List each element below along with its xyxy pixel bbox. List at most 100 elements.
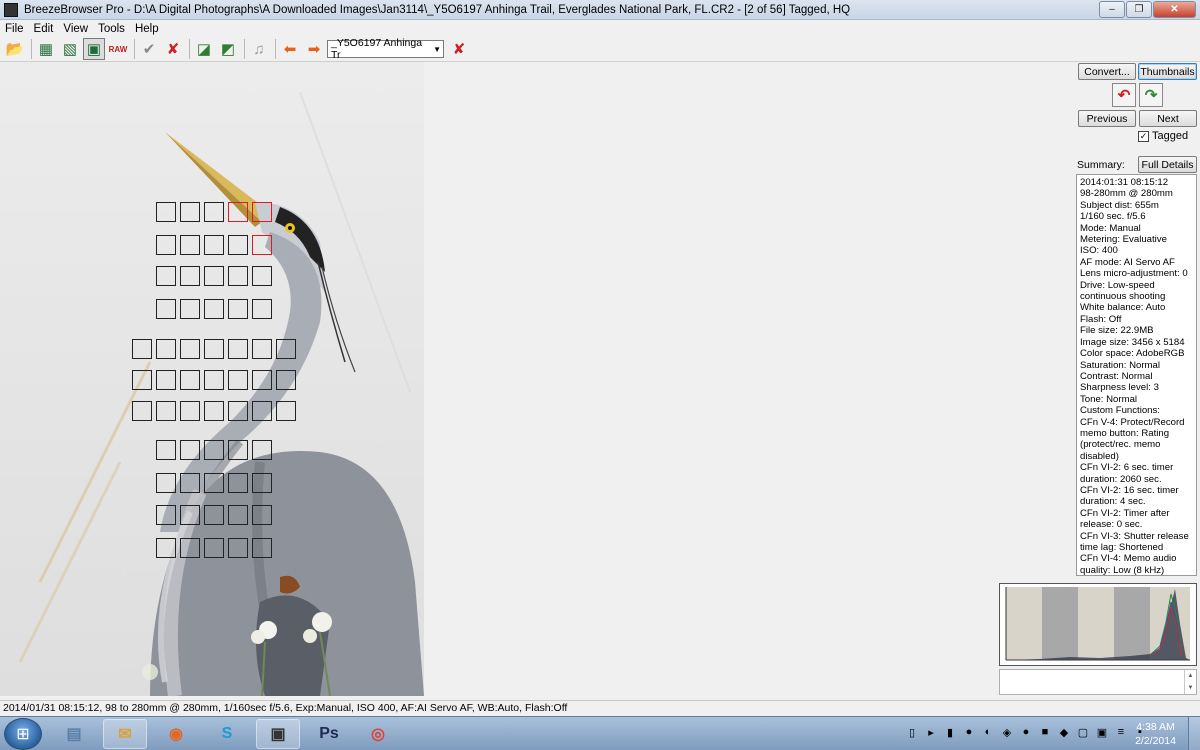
af-point bbox=[156, 299, 176, 319]
delete-icon[interactable]: ✘ bbox=[448, 38, 470, 60]
taskbar-photoshop-icon[interactable]: Ps bbox=[307, 719, 351, 749]
af-point bbox=[156, 202, 176, 222]
af-point bbox=[252, 473, 272, 493]
status-bar: 2014/01/31 08:15:12, 98 to 280mm @ 280mm… bbox=[0, 700, 1200, 716]
minimize-button[interactable]: – bbox=[1099, 1, 1125, 18]
menu-tools[interactable]: Tools bbox=[93, 23, 130, 35]
af-point bbox=[204, 505, 224, 525]
full-details-button[interactable]: Full Details bbox=[1138, 156, 1197, 173]
exif-detail-line: Saturation: Normal bbox=[1080, 359, 1160, 371]
next-arrow-icon[interactable]: ➡ bbox=[303, 38, 325, 60]
menu-bar: File Edit View Tools Help bbox=[0, 20, 1200, 37]
af-point bbox=[252, 401, 272, 421]
af-point bbox=[204, 370, 224, 390]
convert-button[interactable]: Convert... bbox=[1078, 63, 1136, 80]
tag-check-icon[interactable]: ✔ bbox=[138, 38, 160, 60]
af-point bbox=[204, 266, 224, 286]
rotate-left-icon[interactable]: ↶ bbox=[1112, 83, 1136, 107]
exif-detail-line: AF mode: AI Servo AF bbox=[1080, 256, 1175, 268]
close-button[interactable]: ✕ bbox=[1153, 1, 1196, 18]
tagged-checkbox[interactable]: ✓ bbox=[1138, 130, 1149, 142]
tray-icon[interactable]: ● bbox=[1019, 725, 1033, 739]
af-point bbox=[204, 440, 224, 460]
spin-up-icon[interactable]: ▲ bbox=[1188, 673, 1194, 679]
exif-details-panel[interactable]: 2014:01:31 08:15:12 98-280mm @ 280mm Subje… bbox=[1076, 174, 1197, 576]
exif-detail-line: White balance: Auto bbox=[1080, 302, 1166, 314]
af-point bbox=[228, 401, 248, 421]
exif-detail-line: Flash: Off bbox=[1080, 313, 1122, 325]
menu-help[interactable]: Help bbox=[130, 23, 164, 35]
af-point bbox=[180, 202, 200, 222]
tray-icon[interactable]: ▣ bbox=[1095, 725, 1109, 739]
tray-icon[interactable]: ◆ bbox=[1057, 725, 1071, 739]
tray-icon[interactable]: ▢ bbox=[1076, 725, 1090, 739]
thumbnails-button[interactable]: Thumbnails bbox=[1138, 63, 1197, 80]
exif-detail-line: CFn VI-3: Shutter release time lag: Shor… bbox=[1080, 530, 1189, 553]
af-point bbox=[156, 538, 176, 558]
chevron-down-icon: ▼ bbox=[433, 44, 441, 54]
previous-arrow-icon[interactable]: ⬅ bbox=[279, 38, 301, 60]
af-point bbox=[204, 473, 224, 493]
af-point bbox=[252, 266, 272, 286]
af-point bbox=[228, 299, 248, 319]
thumbnail-grid-icon[interactable]: ▦ bbox=[35, 38, 57, 60]
raw-convert-icon[interactable]: RAW bbox=[107, 38, 129, 60]
tagged-label: Tagged bbox=[1152, 130, 1189, 142]
exif-detail-line: Mode: Manual bbox=[1080, 222, 1141, 234]
taskbar-chrome-icon[interactable]: ◎ bbox=[356, 719, 400, 749]
histogram bbox=[999, 583, 1197, 666]
spin-down-icon[interactable]: ▼ bbox=[1188, 685, 1194, 691]
restore-button[interactable]: ❐ bbox=[1126, 1, 1152, 18]
start-button[interactable]: ⊞ bbox=[4, 718, 42, 750]
tray-icon[interactable]: ◈ bbox=[1000, 725, 1014, 739]
af-point bbox=[180, 266, 200, 286]
af-point bbox=[156, 339, 176, 359]
toolbar: 📂 ▦ ▧ ▣ RAW ✔ ✘ ◪ ◩ ♫ ⬅ ➡ _Y5O6197 Anhin… bbox=[0, 37, 1200, 62]
menu-view[interactable]: View bbox=[58, 23, 93, 35]
untag-icon[interactable]: ✘ bbox=[162, 38, 184, 60]
menu-edit[interactable]: Edit bbox=[29, 23, 59, 35]
image-viewer[interactable] bbox=[0, 62, 424, 696]
taskbar-camera-icon[interactable]: ▣ bbox=[256, 719, 300, 749]
summary-label: Summary: bbox=[1077, 159, 1125, 171]
af-point bbox=[204, 339, 224, 359]
tray-icon[interactable]: ▮ bbox=[943, 725, 957, 739]
exif-detail-line: Metering: Evaluative bbox=[1080, 234, 1167, 246]
next-button[interactable]: Next bbox=[1139, 110, 1197, 127]
compare-left-icon[interactable]: ◪ bbox=[193, 38, 215, 60]
tray-icon[interactable]: ▯ bbox=[905, 725, 919, 739]
taskbar: ⊞ ▤ ✉ ◉ S ▣ Ps ◎ ▯ ▸ ▮ ● ◐ ◈ ● ■ ◆ ▢ ▣ ≡ ▪ 4:38 AM 2/2/201… bbox=[0, 716, 1200, 750]
af-point bbox=[156, 401, 176, 421]
histogram-selector[interactable]: ▲ ▼ bbox=[999, 669, 1197, 695]
clock[interactable]: 4:38 AM 2/2/2014 bbox=[1128, 720, 1183, 748]
tray-icon[interactable]: ▸ bbox=[924, 725, 938, 739]
compare-right-icon[interactable]: ◩ bbox=[217, 38, 239, 60]
exif-detail-line: Sharpness level: 3 bbox=[1080, 382, 1159, 394]
single-image-view-icon[interactable]: ▣ bbox=[83, 38, 105, 60]
open-folder-icon[interactable]: 📂 bbox=[4, 38, 26, 60]
show-desktop-button[interactable] bbox=[1188, 717, 1200, 750]
taskbar-calculator-icon[interactable]: ▤ bbox=[52, 719, 96, 749]
taskbar-firefox-icon[interactable]: ◉ bbox=[154, 719, 198, 749]
exif-detail-line: Image size: 3456 x 5184 bbox=[1080, 336, 1185, 348]
menu-file[interactable]: File bbox=[0, 23, 29, 35]
music-icon[interactable]: ♫ bbox=[248, 38, 270, 60]
rotate-right-icon[interactable]: ↷ bbox=[1139, 83, 1163, 107]
clock-time: 4:38 AM bbox=[1136, 721, 1175, 733]
spin-control[interactable]: ▲ ▼ bbox=[1184, 670, 1196, 694]
af-point bbox=[228, 473, 248, 493]
tray-icon[interactable]: ≡ bbox=[1114, 725, 1128, 739]
file-select-dropdown[interactable]: _Y5O6197 Anhinga Tr ▼ bbox=[327, 37, 444, 61]
af-point bbox=[228, 440, 248, 460]
af-point bbox=[156, 266, 176, 286]
grid-image-view-icon[interactable]: ▧ bbox=[59, 38, 81, 60]
tagged-checkbox-row[interactable]: ✓ Tagged bbox=[1138, 130, 1188, 142]
af-point bbox=[204, 202, 224, 222]
toolbar-separator bbox=[134, 39, 135, 59]
taskbar-skype-icon[interactable]: S bbox=[205, 719, 249, 749]
tray-icon[interactable]: ◐ bbox=[981, 725, 995, 739]
previous-button[interactable]: Previous bbox=[1078, 110, 1136, 127]
tray-icon[interactable]: ■ bbox=[1038, 725, 1052, 739]
taskbar-mail-icon[interactable]: ✉ bbox=[103, 719, 147, 749]
tray-icon[interactable]: ● bbox=[962, 725, 976, 739]
